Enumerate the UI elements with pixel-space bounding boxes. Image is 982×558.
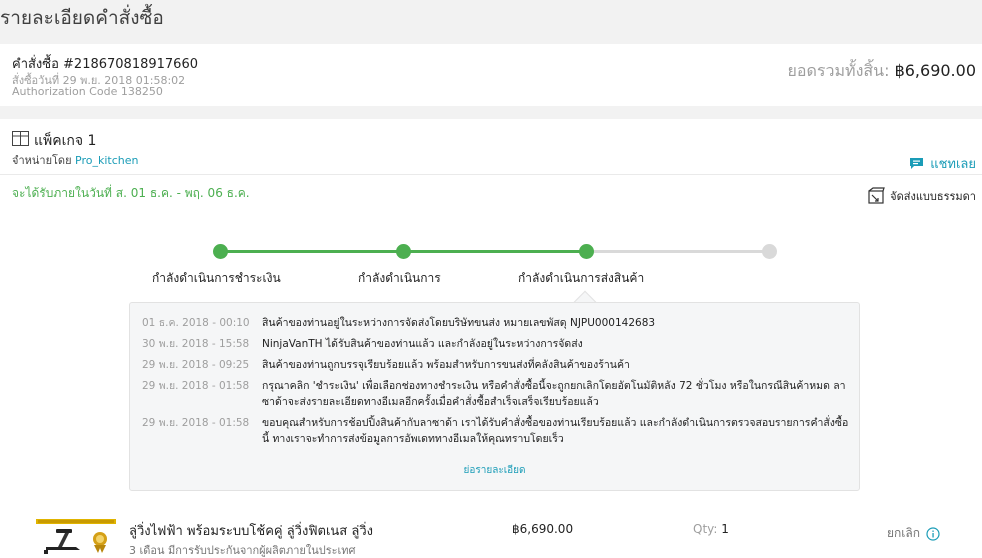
progress-step-label: กำลังดำเนินการชำระเงิน	[152, 271, 281, 285]
log-entry-text: กรุณาคลิก 'ชำระเงิน' เพื่อเลือกช่องทางชำ…	[262, 380, 846, 408]
product-image[interactable]	[36, 519, 116, 558]
progress-step-label: กำลังดำเนินการ	[358, 271, 441, 285]
log-entry-text: ขอบคุณสำหรับการช้อปปิ้งสินค้ากับลาซาด้า …	[262, 417, 849, 445]
progress-step-dot	[761, 244, 777, 259]
log-entry-text: NinjaVanTH ได้รับสินค้าของท่านแล้ว และกำ…	[262, 338, 583, 350]
authorization-code: Authorization Code 138250	[12, 85, 163, 98]
shipping-method: จัดส่งแบบธรรมดา	[866, 187, 976, 205]
tracking-log-entry: 01 ธ.ค. 2018 - 00:10 สินค้าของท่านอยู่ในร…	[142, 315, 852, 331]
seller-info: จำหน่ายโดย Pro_kitchen	[12, 151, 138, 169]
package-divider	[0, 174, 982, 175]
product-quantity: Qty: 1	[693, 522, 729, 536]
package-title: แพ็คเกจ 1	[34, 133, 97, 149]
progress-step-dot	[578, 244, 594, 259]
shipping-method-label: จัดส่งแบบธรรมดา	[890, 190, 976, 203]
log-entry-text: สินค้าของท่านอยู่ในระหว่างการจัดส่งโดยบร…	[262, 317, 656, 329]
delivery-estimate: จะได้รับภายในวันที่ ส. 01 ธ.ค. - พฤ. 06 …	[12, 186, 250, 200]
tracking-log-entry: 29 พ.ย. 2018 - 01:58 ขอบคุณสำหรับการช้อปป…	[142, 415, 852, 447]
cancel-label: ยกเลิก	[886, 526, 920, 540]
chat-label: แชทเลย	[930, 157, 976, 172]
chat-icon	[910, 158, 924, 169]
order-total: ยอดรวมทั้งสิ้น: ฿6,690.00	[788, 59, 976, 84]
chat-button[interactable]: แชทเลย	[909, 153, 976, 174]
tracking-log-entry: 29 พ.ย. 2018 - 09:25 สินค้าของท่านถูกบรรจ…	[142, 357, 852, 373]
log-entry-time: 29 พ.ย. 2018 - 01:58	[142, 417, 250, 429]
collapse-details-link[interactable]: ย่อรายละเอียด	[130, 463, 859, 478]
page-title: รายละเอียดคำสั่งซื้อ	[0, 7, 164, 29]
tracking-log: 01 ธ.ค. 2018 - 00:10 สินค้าของท่านอยู่ในร…	[129, 302, 860, 491]
product-price: ฿6,690.00	[512, 522, 574, 536]
progress-step-label: กำลังดำเนินการส่งสินค้า	[518, 271, 645, 285]
order-summary-card: คำสั่งซื้อ #218670818917660 สั่งซื้อวันท…	[0, 44, 982, 106]
product-warranty: 3 เดือน มีการรับประกันจากผู้ผลิตภายในประ…	[129, 544, 356, 557]
package-card: แพ็คเกจ 1 จำหน่ายโดย Pro_kitchen แชทเลย …	[0, 119, 982, 558]
log-entry-time: 29 พ.ย. 2018 - 09:25	[142, 359, 250, 371]
progress-step-dot	[212, 244, 228, 259]
cancel-button[interactable]: ยกเลิก	[887, 524, 940, 543]
shipping-box-icon	[868, 187, 885, 204]
log-entry-time: 30 พ.ย. 2018 - 15:58	[142, 338, 250, 350]
order-total-label: ยอดรวมทั้งสิ้น:	[787, 61, 895, 80]
order-total-value: ฿6,690.00	[894, 61, 976, 80]
quantity-value: 1	[721, 522, 729, 536]
seller-prefix: จำหน่ายโดย	[12, 154, 76, 167]
progress-step-dot	[395, 244, 411, 259]
info-icon[interactable]	[926, 526, 940, 541]
package-icon	[12, 131, 29, 146]
product-name[interactable]: ลู่วิ่งไฟฟ้า พร้อมระบบโช้คคู่ ลู่วิ่งฟิต…	[129, 520, 373, 541]
log-entry-text: สินค้าของท่านถูกบรรจุเรียบร้อยแล้ว พร้อม…	[262, 359, 630, 371]
quantity-label: Qty:	[693, 522, 722, 536]
tracking-log-entry: 29 พ.ย. 2018 - 01:58 กรุณาคลิก 'ชำระเงิน'…	[142, 378, 852, 410]
tracking-log-entry: 30 พ.ย. 2018 - 15:58 NinjaVanTH ได้รับสิน…	[142, 336, 852, 352]
treadmill-image	[36, 519, 116, 554]
log-entry-time: 29 พ.ย. 2018 - 01:58	[142, 380, 250, 392]
seller-name-link[interactable]: Pro_kitchen	[75, 154, 138, 167]
log-entry-time: 01 ธ.ค. 2018 - 00:10	[142, 317, 250, 329]
